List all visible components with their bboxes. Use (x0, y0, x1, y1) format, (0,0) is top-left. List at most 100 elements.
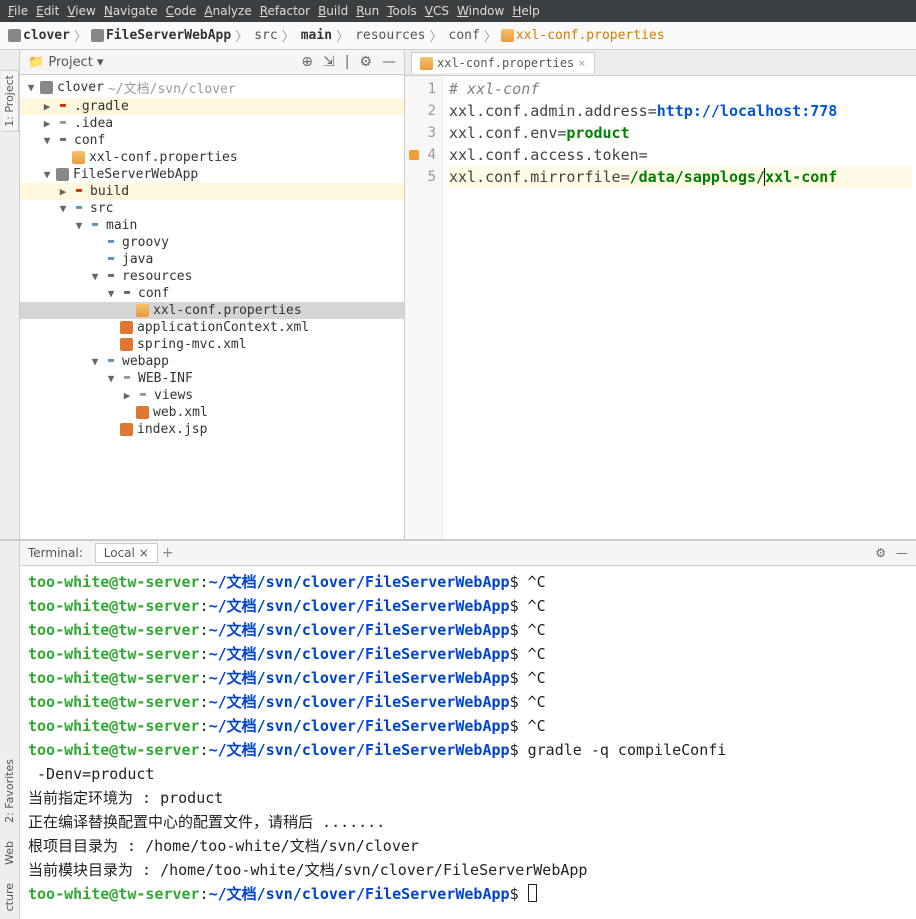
folder-blue-icon: ▬ (88, 219, 102, 233)
tree-arrow-icon[interactable]: ▼ (106, 287, 116, 300)
breadcrumb-xxl-conf.properties[interactable]: xxl-conf.properties (501, 28, 665, 43)
tree-item-main[interactable]: ▼▬main (20, 217, 404, 234)
tree-arrow-icon[interactable]: ▼ (74, 219, 84, 232)
collapse-icon[interactable]: ⇲ (323, 54, 335, 70)
tree-arrow-icon[interactable]: ▼ (42, 134, 52, 147)
tree-arrow-icon[interactable]: ▼ (90, 355, 100, 368)
project-title: 📁 Project ▾ (28, 55, 103, 70)
tab-structure[interactable]: cture (1, 879, 18, 915)
hide-icon[interactable]: — (896, 546, 908, 560)
tab-web[interactable]: Web (1, 837, 18, 869)
terminal-label: Terminal: (28, 546, 83, 560)
code-area[interactable]: # xxl-confxxl.conf.admin.address=http://… (443, 76, 916, 539)
tree-item-views[interactable]: ▶▬views (20, 387, 404, 404)
xml-icon (136, 406, 149, 419)
tree-item-groovy[interactable]: ▬groovy (20, 234, 404, 251)
terminal-tab[interactable]: Local × (95, 543, 158, 563)
menubar: File Edit View Navigate Code Analyze Refactor B… (0, 0, 916, 22)
breadcrumb-main[interactable]: main (299, 28, 332, 43)
prop-icon (72, 151, 85, 164)
tree-item-java[interactable]: ▬java (20, 251, 404, 268)
tree-item-applicationContext.xml[interactable]: applicationContext.xml (20, 319, 404, 336)
tree-item-build[interactable]: ▶▬build (20, 183, 404, 200)
tree-arrow-icon[interactable]: ▶ (42, 100, 52, 113)
menu-code[interactable]: Code (166, 4, 197, 18)
tree-arrow-icon[interactable]: ▼ (26, 81, 36, 94)
project-tree[interactable]: ▼clover ~/文档/svn/clover▶▬.gradle▶▬.idea▼… (20, 75, 404, 539)
gear-icon[interactable]: ⚙ (359, 54, 372, 70)
tree-arrow-icon[interactable]: ▼ (58, 202, 68, 215)
folder-grey-icon: ▬ (136, 389, 150, 403)
editor-tab-active[interactable]: xxl-conf.properties × (411, 52, 595, 73)
file-icon (420, 57, 433, 70)
tree-item-conf[interactable]: ▼▬conf (20, 132, 404, 149)
line-gutter: 12345 (405, 76, 443, 539)
hide-icon[interactable]: — (382, 54, 396, 70)
folder-red-icon: ▬ (72, 185, 86, 199)
folder-red-icon: ▬ (56, 100, 70, 114)
tree-arrow-icon[interactable]: ▶ (42, 117, 52, 130)
tree-item-spring-mvc.xml[interactable]: spring-mvc.xml (20, 336, 404, 353)
breadcrumb-src[interactable]: src (252, 28, 277, 43)
menu-navigate[interactable]: Navigate (104, 4, 158, 18)
prop-icon (136, 304, 149, 317)
breadcrumb-FileServerWebApp[interactable]: FileServerWebApp (91, 28, 231, 43)
tree-arrow-icon[interactable]: ▼ (42, 168, 52, 181)
chevron-right-icon: 〉 (280, 26, 297, 45)
tree-item-clover[interactable]: ▼clover ~/文档/svn/clover (20, 77, 404, 98)
tree-item-webapp[interactable]: ▼▬webapp (20, 353, 404, 370)
xml-icon (120, 423, 133, 436)
tab-favorites[interactable]: 2: Favorites (1, 755, 18, 827)
module-icon (91, 29, 104, 42)
module-icon (40, 81, 53, 94)
locate-icon[interactable]: ⊕ (301, 54, 313, 70)
menu-refactor[interactable]: Refactor (260, 4, 310, 18)
left-tab-project[interactable]: 1: Project (1, 70, 19, 132)
menu-view[interactable]: View (67, 4, 95, 18)
xml-icon (120, 321, 133, 334)
gear-icon[interactable]: ⚙ (875, 546, 886, 560)
tree-item-resources[interactable]: ▼▬resources (20, 268, 404, 285)
menu-file[interactable]: File (8, 4, 28, 18)
folder-icon: ▬ (104, 270, 118, 284)
terminal-cursor (528, 884, 537, 902)
menu-vcs[interactable]: VCS (425, 4, 449, 18)
tree-arrow-icon[interactable]: ▶ (122, 389, 132, 402)
tree-item-web.xml[interactable]: web.xml (20, 404, 404, 421)
menu-analyze[interactable]: Analyze (204, 4, 251, 18)
tree-item-.idea[interactable]: ▶▬.idea (20, 115, 404, 132)
tree-arrow-icon[interactable]: ▶ (58, 185, 68, 198)
tree-item-.gradle[interactable]: ▶▬.gradle (20, 98, 404, 115)
folder-blue-icon: ▬ (104, 253, 118, 267)
breadcrumb-clover[interactable]: clover (8, 28, 70, 43)
tab-label: xxl-conf.properties (437, 56, 574, 70)
tree-item-xxl-conf.properties[interactable]: xxl-conf.properties (20, 149, 404, 166)
tree-item-FileServerWebApp[interactable]: ▼FileServerWebApp (20, 166, 404, 183)
folder-grey-icon: ▬ (120, 372, 134, 386)
menu-window[interactable]: Window (457, 4, 504, 18)
menu-build[interactable]: Build (318, 4, 348, 18)
tree-arrow-icon[interactable]: ▼ (106, 372, 116, 385)
breadcrumb-conf[interactable]: conf (447, 28, 480, 43)
tree-item-conf[interactable]: ▼▬conf (20, 285, 404, 302)
close-icon[interactable]: × (578, 56, 585, 70)
terminal-add-button[interactable]: + (162, 545, 174, 561)
breadcrumb-resources[interactable]: resources (353, 28, 425, 43)
folder-grey-icon: ▬ (56, 117, 70, 131)
bottom-left-gutter: 2: Favorites Web cture (0, 541, 20, 919)
tree-item-xxl-conf.properties[interactable]: xxl-conf.properties (20, 302, 404, 319)
editor-tabs[interactable]: xxl-conf.properties × (405, 50, 916, 76)
tree-item-WEB-INF[interactable]: ▼▬WEB-INF (20, 370, 404, 387)
terminal-content[interactable]: too-white@tw-server:~/文档/svn/clover/File… (20, 566, 916, 919)
inspection-hint-icon[interactable] (409, 150, 419, 160)
project-tool-window: 📁 Project ▾ ⊕ ⇲ | ⚙ — ▼clover ~/文档/svn/c… (20, 50, 405, 539)
chevron-right-icon: 〉 (428, 26, 445, 45)
menu-run[interactable]: Run (356, 4, 379, 18)
menu-help[interactable]: Help (512, 4, 539, 18)
tree-arrow-icon[interactable]: ▼ (90, 270, 100, 283)
tree-item-index.jsp[interactable]: index.jsp (20, 421, 404, 438)
breadcrumbs[interactable]: clover〉FileServerWebApp〉src〉main〉resourc… (0, 22, 916, 50)
menu-tools[interactable]: Tools (387, 4, 417, 18)
menu-edit[interactable]: Edit (36, 4, 59, 18)
tree-item-src[interactable]: ▼▬src (20, 200, 404, 217)
